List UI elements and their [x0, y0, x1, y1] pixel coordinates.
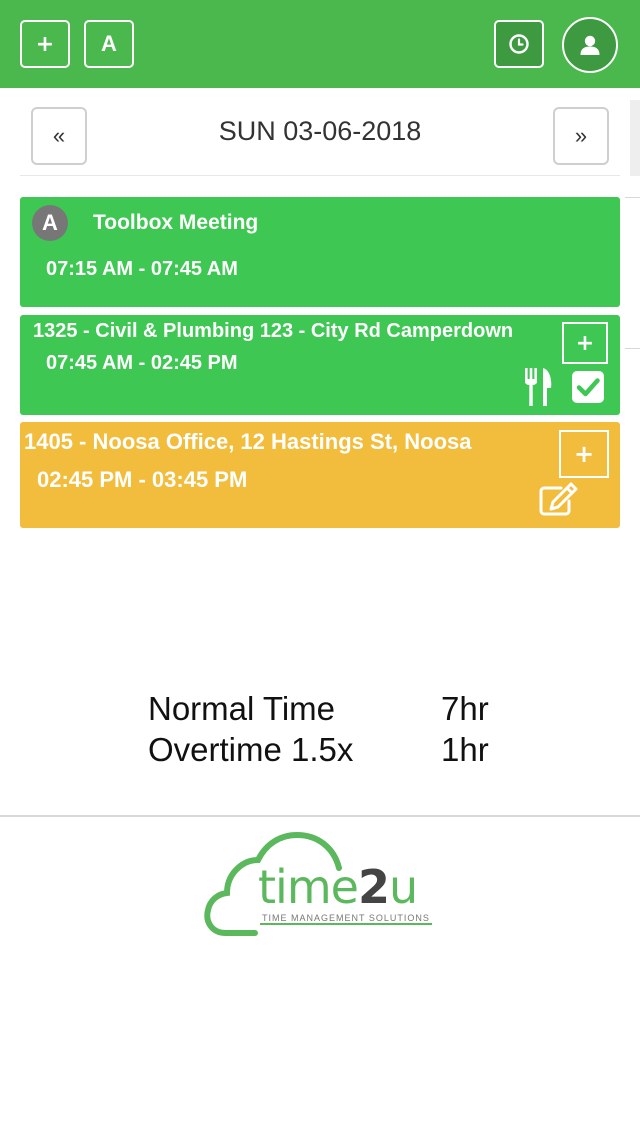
logo-wordmark: time2u: [258, 860, 418, 914]
time2u-logo: time2u TIME MANAGEMENT SOLUTIONS: [200, 830, 445, 940]
timesheet-entry[interactable]: A Toolbox Meeting 07:15 AM - 07:45 AM: [20, 197, 620, 307]
side-divider: [625, 348, 640, 349]
add-to-entry-button[interactable]: +: [559, 430, 609, 478]
user-icon: [580, 35, 600, 55]
summary-label: Overtime 1.5x: [148, 731, 354, 768]
summary-label: Normal Time: [148, 690, 336, 727]
plus-icon: +: [35, 31, 55, 57]
footer-divider: [0, 815, 640, 817]
chevron-double-right-icon: »: [574, 123, 588, 148]
previous-day-button[interactable]: «: [31, 107, 87, 165]
summary-value: 7hr: [441, 690, 489, 727]
summary-row: Normal Time 7hr: [148, 688, 508, 729]
side-divider: [625, 197, 640, 198]
hours-summary: Normal Time 7hr Overtime 1.5x 1hr: [148, 688, 508, 770]
all-day-badge: A: [32, 205, 68, 241]
next-day-button[interactable]: »: [553, 107, 609, 165]
entry-time: 02:45 PM - 03:45 PM: [37, 467, 248, 492]
plus-icon: +: [573, 440, 595, 468]
add-entry-button[interactable]: +: [20, 20, 70, 68]
top-app-bar: + A: [0, 0, 640, 88]
cutlery-icon[interactable]: [523, 368, 555, 406]
clock-icon: [509, 34, 529, 54]
summary-row: Overtime 1.5x 1hr: [148, 729, 508, 770]
all-day-button[interactable]: A: [84, 20, 134, 68]
clock-button[interactable]: [494, 20, 544, 68]
timesheet-entry[interactable]: 1405 - Noosa Office, 12 Hastings St, Noo…: [20, 422, 620, 528]
chevron-double-left-icon: «: [52, 123, 66, 148]
scrollbar[interactable]: [630, 100, 640, 176]
edit-icon[interactable]: [539, 482, 579, 516]
all-day-label: A: [101, 31, 117, 56]
timesheet-entry[interactable]: 1325 - Civil & Plumbing 123 - City Rd Ca…: [20, 315, 620, 415]
logo-tagline: TIME MANAGEMENT SOLUTIONS: [262, 913, 430, 923]
summary-value: 1hr: [441, 731, 489, 768]
plus-icon: +: [575, 330, 595, 356]
entry-time: 07:45 AM - 02:45 PM: [46, 352, 238, 374]
user-profile-button[interactable]: [562, 17, 618, 73]
add-to-entry-button[interactable]: +: [562, 322, 608, 364]
entry-title: 1405 - Noosa Office, 12 Hastings St, Noo…: [24, 429, 472, 454]
entry-title: Toolbox Meeting: [93, 211, 259, 234]
checkbox-checked-icon[interactable]: [571, 370, 605, 404]
date-divider: [20, 175, 620, 176]
date-title: SUN 03-06-2018: [218, 116, 422, 146]
entry-title: 1325 - Civil & Plumbing 123 - City Rd Ca…: [33, 320, 514, 342]
entry-time: 07:15 AM - 07:45 AM: [46, 258, 238, 280]
